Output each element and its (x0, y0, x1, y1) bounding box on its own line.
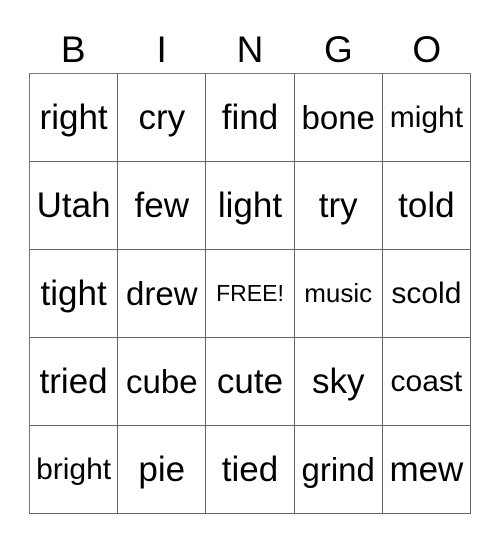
bingo-cell[interactable]: cute (206, 338, 295, 426)
bingo-cell[interactable]: tried (30, 338, 119, 426)
bingo-cell[interactable]: bone (294, 74, 383, 162)
bingo-cell[interactable]: sky (294, 338, 383, 426)
header-letter-o: O (412, 29, 442, 70)
bingo-cell[interactable]: cry (118, 74, 207, 162)
bingo-cell[interactable]: tight (30, 250, 119, 338)
header-letter-n: N (236, 29, 264, 70)
bingo-cell[interactable]: few (118, 162, 207, 250)
free-space[interactable]: FREE! (206, 250, 295, 338)
bingo-cell[interactable]: scold (382, 250, 471, 338)
bingo-cell[interactable]: drew (118, 250, 207, 338)
bingo-cell[interactable]: grind (294, 426, 383, 514)
bingo-cell[interactable]: light (206, 162, 295, 250)
bingo-cell[interactable]: mew (382, 426, 471, 514)
bingo-cell[interactable]: pie (118, 426, 207, 514)
bingo-cell[interactable]: might (382, 74, 471, 162)
bingo-cell[interactable]: right (30, 74, 119, 162)
bingo-cell[interactable]: coast (382, 338, 471, 426)
bingo-cell[interactable]: cube (118, 338, 207, 426)
header-letter-g: G (324, 29, 353, 70)
bingo-cell[interactable]: music (294, 250, 383, 338)
header-letter-b: B (60, 29, 86, 70)
bingo-cell[interactable]: find (206, 74, 295, 162)
bingo-cell[interactable]: bright (30, 426, 119, 514)
header-letter-i: I (156, 29, 167, 70)
bingo-cell[interactable]: try (294, 162, 383, 250)
bingo-header: B I N G O (29, 30, 471, 70)
bingo-cell[interactable]: Utah (30, 162, 119, 250)
bingo-card: right cry find bone might Utah few light… (29, 73, 471, 514)
bingo-cell[interactable]: told (382, 162, 471, 250)
bingo-cell[interactable]: tied (206, 426, 295, 514)
